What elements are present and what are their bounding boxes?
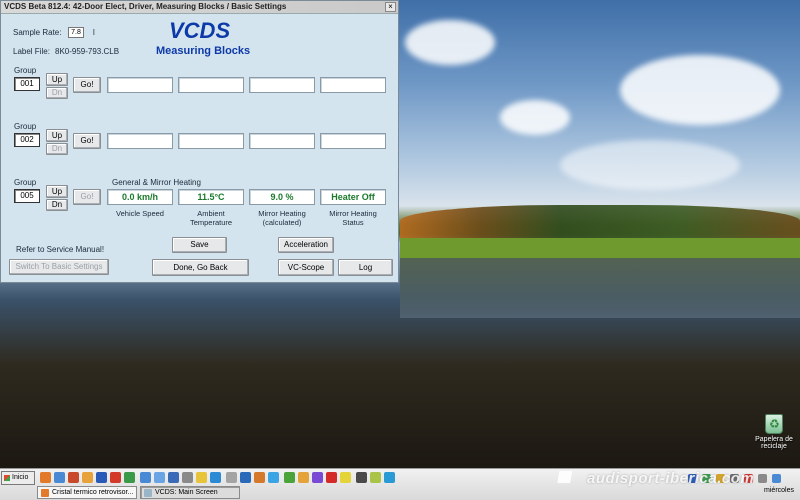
app-icon[interactable] bbox=[226, 472, 237, 483]
recycle-bin-label: Papelera de reciclaje bbox=[755, 436, 793, 450]
group-label: Group bbox=[14, 178, 37, 187]
taskbar-item-browser[interactable]: Cristal termico retrovisor... bbox=[37, 486, 137, 499]
group-down-button[interactable]: Dn bbox=[46, 143, 68, 155]
app-icon[interactable] bbox=[356, 472, 367, 483]
group-up-button[interactable]: Up bbox=[46, 129, 68, 142]
cloud bbox=[560, 140, 740, 190]
cloud bbox=[500, 100, 570, 135]
app-icon[interactable] bbox=[68, 472, 79, 483]
recycle-bin[interactable]: Papelera de reciclaje bbox=[752, 414, 796, 450]
grass bbox=[400, 238, 800, 258]
basic-settings-button[interactable]: Switch To Basic Settings bbox=[9, 259, 109, 275]
clock[interactable]: miércoles bbox=[764, 487, 794, 494]
group-down-button[interactable]: Dn bbox=[46, 87, 68, 99]
app-icon[interactable] bbox=[384, 472, 395, 483]
app-icon[interactable] bbox=[154, 472, 165, 483]
group-up-button[interactable]: Up bbox=[46, 73, 68, 86]
group-title: General & Mirror Heating bbox=[112, 178, 201, 187]
log-button[interactable]: Log bbox=[338, 259, 393, 276]
watermark: audisport-iberica.com bbox=[553, 470, 754, 487]
speaker-icon[interactable] bbox=[758, 474, 767, 483]
taskbar-item-label: Cristal termico retrovisor... bbox=[52, 489, 134, 496]
value-field bbox=[107, 77, 173, 93]
group-number-input[interactable]: 005 bbox=[14, 189, 40, 203]
value-field: Heater Off bbox=[320, 189, 386, 205]
browser-icon bbox=[41, 489, 49, 497]
window-title: VCDS Beta 812.4: 42-Door Elect, Driver, … bbox=[4, 2, 287, 11]
group-number-input[interactable]: 002 bbox=[14, 133, 40, 147]
value-field bbox=[107, 133, 173, 149]
app-icon[interactable] bbox=[168, 472, 179, 483]
app-title: VCDS bbox=[169, 18, 231, 43]
sample-rate-suffix: l bbox=[93, 28, 95, 37]
title-bar[interactable]: VCDS Beta 812.4: 42-Door Elect, Driver, … bbox=[1, 1, 398, 14]
done-go-back-button[interactable]: Done, Go Back bbox=[152, 259, 249, 276]
network-icon[interactable] bbox=[772, 474, 781, 483]
value-field bbox=[320, 77, 386, 93]
value-field bbox=[249, 77, 315, 93]
app-icon[interactable] bbox=[326, 472, 337, 483]
app-icon[interactable] bbox=[210, 472, 221, 483]
page-title: Measuring Blocks bbox=[156, 45, 251, 57]
lake-reflection bbox=[400, 258, 800, 318]
group-label: Group bbox=[14, 122, 37, 131]
acceleration-button[interactable]: Acceleration bbox=[278, 237, 334, 253]
app-icon[interactable] bbox=[370, 472, 381, 483]
app-icon[interactable] bbox=[124, 472, 135, 483]
vcds-window: VCDS Beta 812.4: 42-Door Elect, Driver, … bbox=[0, 0, 399, 283]
app-icon[interactable] bbox=[284, 472, 295, 483]
app-icon[interactable] bbox=[254, 472, 265, 483]
close-button[interactable]: × bbox=[385, 2, 396, 12]
label-file-label: Label File: bbox=[13, 47, 50, 56]
word-icon[interactable] bbox=[96, 472, 107, 483]
app-icon[interactable] bbox=[82, 472, 93, 483]
group-go-button[interactable]: Go! bbox=[73, 189, 101, 205]
sample-rate-value: 7.8 bbox=[68, 27, 84, 38]
group-go-button[interactable]: Go! bbox=[73, 133, 101, 149]
start-button[interactable]: Inicio bbox=[1, 471, 35, 485]
group-up-button[interactable]: Up bbox=[46, 185, 68, 198]
app-icon[interactable] bbox=[40, 472, 51, 483]
app-icon[interactable] bbox=[54, 472, 65, 483]
vc-scope-button[interactable]: VC-Scope bbox=[278, 259, 334, 276]
ambient-temperature-value: 11.5°C bbox=[197, 192, 225, 202]
value-caption: Ambient Temperature bbox=[189, 209, 233, 227]
value-field: 9.0 % bbox=[249, 189, 315, 205]
sample-rate-label: Sample Rate: bbox=[13, 28, 62, 37]
value-caption: Vehicle Speed bbox=[116, 209, 164, 218]
app-icon[interactable] bbox=[268, 472, 279, 483]
group-label: Group bbox=[14, 66, 37, 75]
value-field: 11.5°C bbox=[178, 189, 244, 205]
service-manual-note: Refer to Service Manual! bbox=[16, 245, 105, 254]
taskbar-item-label: VCDS: Main Screen bbox=[155, 489, 218, 496]
value-caption: Mirror Heating Status bbox=[329, 209, 377, 227]
group-go-button[interactable]: Go! bbox=[73, 77, 101, 93]
mirror-heating-status-value: Heater Off bbox=[331, 192, 375, 202]
group-number-input[interactable]: 001 bbox=[14, 77, 40, 91]
app-icon[interactable] bbox=[298, 472, 309, 483]
value-caption: Mirror Heating (calculated) bbox=[258, 209, 306, 227]
save-button[interactable]: Save bbox=[172, 237, 227, 253]
vcds-icon bbox=[144, 489, 152, 497]
value-field bbox=[178, 77, 244, 93]
group-down-button[interactable]: Dn bbox=[46, 199, 68, 211]
app-icon[interactable] bbox=[196, 472, 207, 483]
app-icon[interactable] bbox=[140, 472, 151, 483]
recycle-bin-icon bbox=[765, 414, 783, 434]
cloud bbox=[620, 55, 780, 125]
value-field bbox=[178, 133, 244, 149]
app-icon[interactable] bbox=[312, 472, 323, 483]
value-field: 0.0 km/h bbox=[107, 189, 173, 205]
vehicle-speed-value: 0.0 km/h bbox=[121, 192, 159, 202]
value-field bbox=[320, 133, 386, 149]
app-icon[interactable] bbox=[110, 472, 121, 483]
app-icon[interactable] bbox=[240, 472, 251, 483]
value-field bbox=[249, 133, 315, 149]
app-icon[interactable] bbox=[340, 472, 351, 483]
taskbar-item-vcds[interactable]: VCDS: Main Screen bbox=[140, 486, 240, 499]
label-file-value: 8K0-959-793.CLB bbox=[55, 47, 120, 56]
mirror-heating-value: 9.0 % bbox=[270, 192, 294, 202]
cloud bbox=[405, 20, 495, 65]
app-icon[interactable] bbox=[182, 472, 193, 483]
